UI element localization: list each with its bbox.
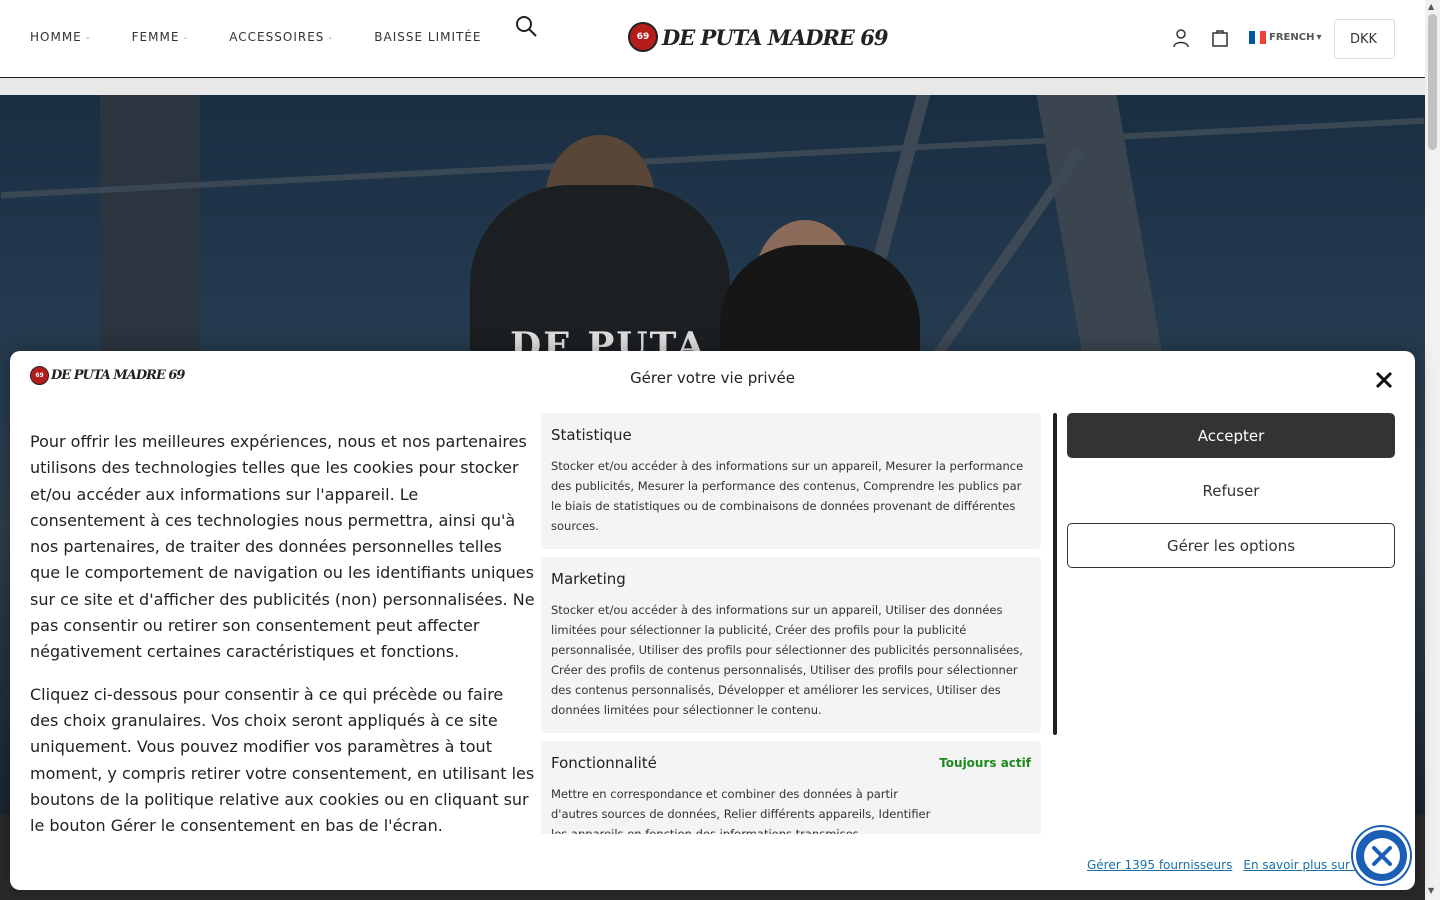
status-badge: Toujours actif — [939, 756, 1031, 770]
site-header: HOMME ⌄ FEMME ⌄ ACCESSOIRES ⌄ BAISSE LIM… — [0, 0, 1425, 78]
nav-label: FEMME — [131, 30, 180, 44]
accept-button[interactable]: Accepter — [1067, 413, 1395, 458]
category-description: Mettre en correspondance et combiner des… — [551, 787, 931, 834]
bridge-beam — [0, 117, 1425, 199]
shopping-bag-icon[interactable] — [1210, 28, 1230, 48]
nav-label: ACCESSOIRES — [229, 30, 325, 44]
logo-text: DE PUTA MADRE 69 — [662, 24, 888, 50]
french-flag-icon — [1249, 31, 1267, 44]
accessibility-button[interactable] — [1353, 827, 1410, 884]
header-divider — [0, 78, 1425, 95]
nav-item-accessoires[interactable]: ACCESSOIRES ⌄ — [229, 30, 334, 44]
cookie-consent-modal: 69 DE PUTA MADRE 69 Gérer votre vie priv… — [10, 351, 1415, 890]
category-statistique[interactable]: Statistique Stocker et/ou accéder à des … — [541, 413, 1041, 549]
categories-scrollbar[interactable] — [1053, 413, 1057, 735]
category-description: Stocker et/ou accéder à des informations… — [551, 603, 1023, 717]
chevron-down-icon: ⌄ — [84, 33, 92, 41]
chevron-down-icon: ⌄ — [182, 33, 190, 41]
main-nav: HOMME ⌄ FEMME ⌄ ACCESSOIRES ⌄ BAISSE LIM… — [30, 30, 522, 44]
nav-item-baisse-limitee[interactable]: BAISSE LIMITÉE — [374, 30, 481, 44]
language-selector[interactable]: FRENCH ▾ — [1249, 31, 1321, 44]
user-icon[interactable] — [1171, 28, 1191, 48]
logo-badge: 69 — [628, 22, 658, 52]
category-title: Statistique — [551, 426, 632, 444]
nav-item-homme[interactable]: HOMME ⌄ — [30, 30, 92, 44]
consent-paragraph: Cliquez ci-dessous pour consentir à ce q… — [30, 684, 535, 836]
modal-title: Gérer votre vie privée — [630, 369, 795, 387]
category-marketing[interactable]: Marketing Stocker et/ou accéder à des in… — [541, 557, 1041, 733]
chevron-down-icon: ⌄ — [327, 33, 335, 41]
caret-down-icon: ▾ — [1316, 32, 1322, 43]
search-icon[interactable] — [514, 14, 538, 38]
consent-paragraph: Pour offrir les meilleures expériences, … — [30, 432, 535, 662]
manage-vendors-link[interactable]: Gérer 1395 fournisseurs — [1087, 858, 1232, 872]
scrollbar-thumb[interactable] — [1428, 14, 1437, 150]
refuse-button[interactable]: Refuser — [1067, 468, 1395, 513]
manage-options-button[interactable]: Gérer les options — [1067, 523, 1395, 568]
category-description: Stocker et/ou accéder à des informations… — [551, 459, 1024, 533]
category-title: Marketing — [551, 570, 626, 588]
consent-links: Gérer 1395 fournisseurs En savoir plus s… — [1087, 858, 1399, 872]
nav-item-femme[interactable]: FEMME ⌄ — [132, 30, 190, 44]
scroll-up-icon[interactable]: ▲ — [1428, 2, 1434, 11]
language-label: FRENCH — [1269, 32, 1315, 43]
consent-message: Pour offrir les meilleures expériences, … — [30, 429, 535, 855]
category-fonctionnalite[interactable]: Fonctionnalité Toujours actif Mettre en … — [541, 741, 1041, 834]
nav-label: HOMME — [30, 30, 82, 44]
currency-label: DKK — [1350, 31, 1378, 47]
currency-selector[interactable]: DKK — [1334, 19, 1395, 59]
accessibility-close-icon — [1363, 837, 1400, 874]
site-logo[interactable]: 69 DE PUTA MADRE 69 — [628, 22, 888, 52]
close-icon[interactable] — [1373, 369, 1395, 391]
category-title: Fonctionnalité — [551, 754, 657, 772]
nav-label: BAISSE LIMITÉE — [374, 30, 482, 44]
consent-categories[interactable]: Statistique Stocker et/ou accéder à des … — [541, 413, 1041, 834]
scroll-down-icon[interactable]: ▼ — [1428, 886, 1434, 895]
